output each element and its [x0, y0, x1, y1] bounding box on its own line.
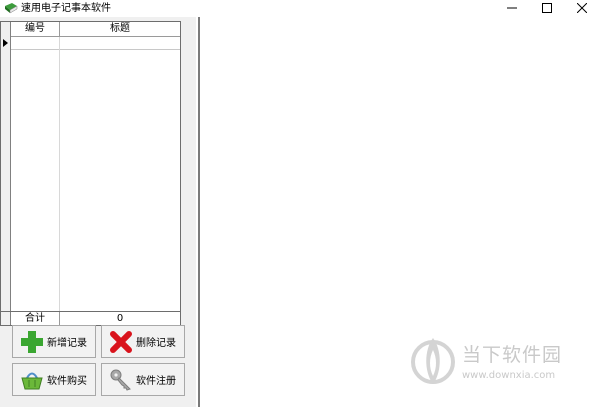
buy-software-button[interactable]: 软件购买 — [12, 363, 96, 396]
left-panel: 编号 标题 合计 0 新增记录 删除记录 软件购买 软件注册 — [0, 17, 196, 407]
register-software-button[interactable]: 软件注册 — [101, 363, 185, 396]
close-button[interactable] — [569, 0, 595, 16]
maximize-button[interactable] — [534, 0, 560, 16]
column-header-id[interactable]: 编号 — [11, 22, 60, 36]
grid-header: 编号 标题 — [1, 22, 180, 37]
watermark: 当下软件园 www.downxia.com — [410, 336, 595, 396]
close-icon — [577, 3, 587, 13]
total-count: 0 — [116, 313, 124, 324]
minimize-button[interactable] — [499, 0, 525, 16]
column-header-title[interactable]: 标题 — [60, 22, 180, 36]
watermark-name: 当下软件园 — [462, 344, 563, 366]
book-icon — [5, 3, 18, 14]
records-grid[interactable]: 编号 标题 — [0, 21, 181, 312]
title-bar: 速用电子记事本软件 — [0, 0, 600, 17]
delete-record-label: 删除记录 — [136, 338, 176, 349]
footer-indicator — [1, 312, 11, 325]
watermark-logo-icon — [411, 338, 455, 384]
maximize-icon — [542, 3, 552, 13]
window-title: 速用电子记事本软件 — [21, 3, 111, 14]
table-row[interactable] — [11, 37, 180, 50]
basket-icon — [21, 372, 43, 389]
current-row-arrow-icon — [3, 39, 8, 47]
column-divider — [59, 37, 60, 311]
key-icon — [110, 369, 131, 391]
row-indicator-column — [1, 22, 11, 311]
grid-footer: 合计 0 — [0, 312, 181, 326]
total-label: 合计 — [11, 312, 60, 325]
buy-software-label: 软件购买 — [47, 376, 87, 387]
x-icon — [110, 330, 132, 353]
watermark-url: www.downxia.com — [462, 370, 556, 381]
register-software-label: 软件注册 — [136, 376, 176, 387]
minimize-icon — [507, 7, 517, 9]
delete-record-button[interactable]: 删除记录 — [101, 325, 185, 358]
add-record-label: 新增记录 — [47, 338, 87, 349]
add-record-button[interactable]: 新增记录 — [12, 325, 96, 358]
plus-icon — [21, 330, 43, 353]
